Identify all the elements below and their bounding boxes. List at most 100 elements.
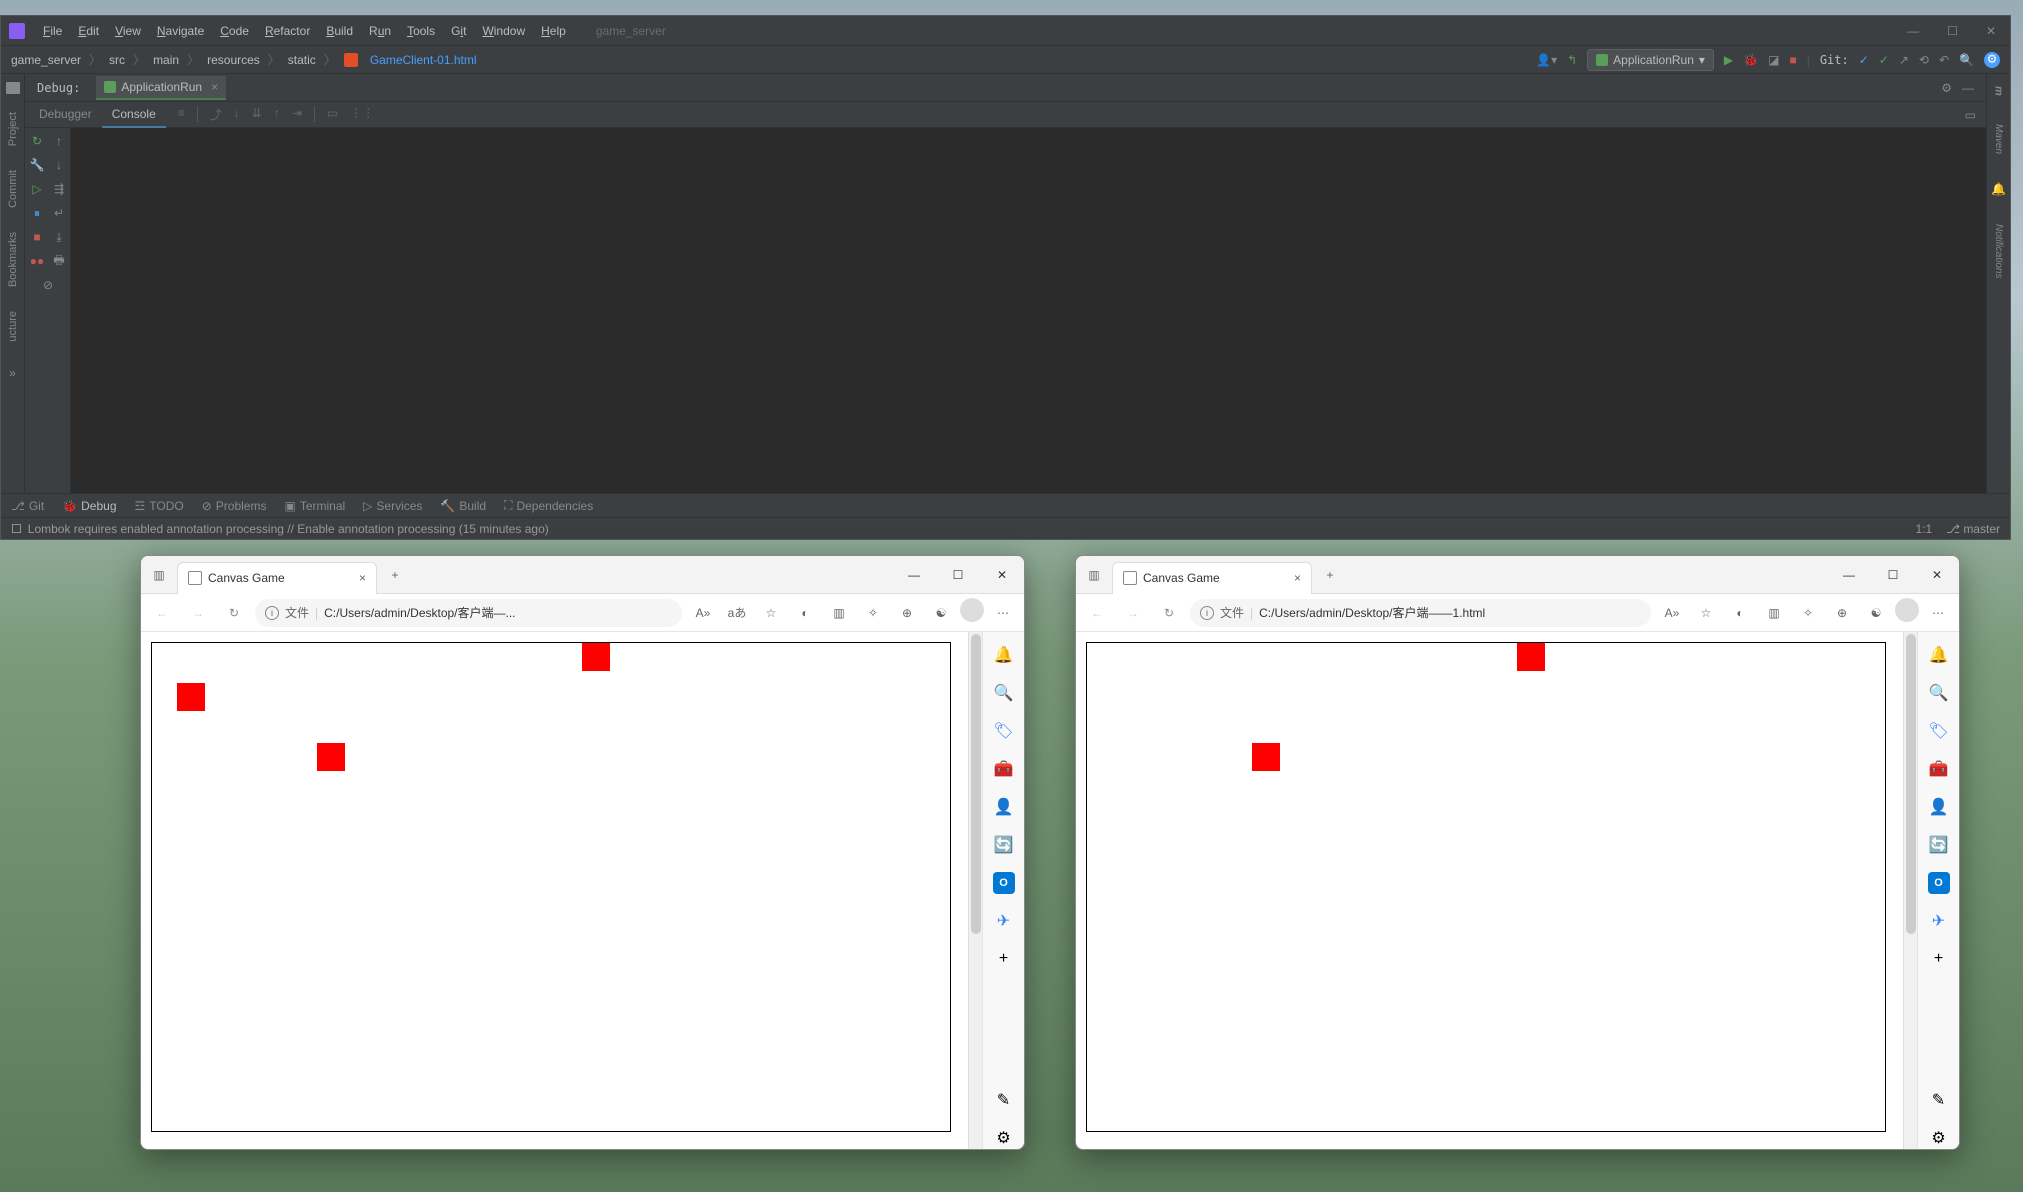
menu-navigate[interactable]: Navigate: [151, 21, 210, 41]
settings-icon[interactable]: ⚙: [993, 1127, 1015, 1149]
console-output[interactable]: [71, 128, 1986, 493]
outlook-icon[interactable]: O: [993, 872, 1015, 894]
tracker-icon[interactable]: ◐: [1725, 598, 1755, 628]
back-button[interactable]: ←: [1082, 598, 1112, 628]
debug-bottom-tab[interactable]: 🐞Debug: [62, 499, 116, 513]
copilot-icon[interactable]: ☯: [1861, 598, 1891, 628]
evaluate-icon[interactable]: ▭: [327, 106, 338, 123]
dependencies-tab[interactable]: ⛶Dependencies: [504, 498, 593, 513]
crumb[interactable]: static: [288, 53, 316, 67]
project-tab[interactable]: Project: [7, 112, 19, 146]
game-canvas[interactable]: [151, 642, 951, 1132]
build-tab[interactable]: 🔨Build: [440, 499, 486, 513]
refresh-icon[interactable]: 🔄: [993, 834, 1015, 856]
minimize-button[interactable]: —: [1827, 556, 1871, 594]
crumb[interactable]: main: [153, 53, 179, 67]
close-button[interactable]: ✕: [980, 556, 1024, 594]
debugger-tab[interactable]: Debugger: [29, 102, 102, 128]
refresh-icon[interactable]: 🔄: [1928, 834, 1950, 856]
extensions-icon[interactable]: ⊕: [1827, 598, 1857, 628]
outlook-icon[interactable]: O: [1928, 872, 1950, 894]
url-bar[interactable]: i 文件 | C:/Users/admin/Desktop/客户端——1.htm…: [1190, 599, 1651, 627]
menu-refactor[interactable]: Refactor: [259, 21, 316, 41]
menu-code[interactable]: Code: [214, 21, 255, 41]
more-icon[interactable]: ⋯: [1923, 598, 1953, 628]
run-to-cursor-icon[interactable]: ⇥: [292, 106, 302, 123]
close-tab-icon[interactable]: ×: [211, 80, 218, 94]
extensions-icon[interactable]: ⊕: [892, 598, 922, 628]
minimize-button[interactable]: —: [1901, 22, 1925, 40]
collections-icon[interactable]: ✧: [858, 598, 888, 628]
toolbox-icon[interactable]: 🧰: [1928, 758, 1950, 780]
person-icon[interactable]: 👤: [1928, 796, 1950, 818]
close-tab-icon[interactable]: ×: [359, 571, 366, 585]
coverage-icon[interactable]: ◪: [1768, 53, 1779, 67]
translate-icon[interactable]: aあ: [722, 598, 752, 628]
maven-tab[interactable]: m: [1993, 86, 2005, 96]
browser-tab[interactable]: Canvas Game ×: [177, 562, 377, 594]
game-canvas[interactable]: [1086, 642, 1886, 1132]
split-icon[interactable]: ▥: [1759, 598, 1789, 628]
more-icon[interactable]: ⋯: [988, 598, 1018, 628]
menu-git[interactable]: Git: [445, 21, 472, 41]
notifications-tab[interactable]: Notifications: [1993, 224, 2004, 278]
terminal-tab[interactable]: ▣Terminal: [284, 499, 345, 513]
close-button[interactable]: ✕: [1980, 22, 2002, 40]
read-aloud-icon[interactable]: A»: [688, 598, 718, 628]
todo-tab[interactable]: ☲TODO: [135, 499, 184, 513]
bell-icon[interactable]: 🔔: [1928, 644, 1950, 666]
edit-icon[interactable]: ✎: [1928, 1089, 1950, 1111]
person-icon[interactable]: 👤: [993, 796, 1015, 818]
back-icon[interactable]: ↰: [1567, 53, 1577, 67]
print-icon[interactable]: 🖶: [52, 254, 66, 268]
project-folder-icon[interactable]: [6, 82, 20, 94]
current-file[interactable]: GameClient-01.html: [370, 53, 477, 67]
menu-run[interactable]: Run: [363, 21, 397, 41]
maximize-button[interactable]: ☐: [1941, 22, 1964, 40]
git-commit-icon[interactable]: ✓: [1879, 53, 1889, 67]
breakpoints-icon[interactable]: ●●: [30, 254, 44, 268]
status-message[interactable]: Lombok requires enabled annotation proce…: [28, 522, 549, 536]
maven-label[interactable]: Maven: [1993, 124, 2004, 154]
stop-button[interactable]: ■: [1789, 53, 1796, 67]
wrap-icon[interactable]: ↵: [52, 206, 66, 220]
back-button[interactable]: ←: [147, 598, 177, 628]
tracker-icon[interactable]: ◐: [790, 598, 820, 628]
services-tab[interactable]: ▷Services: [363, 499, 422, 513]
menu-build[interactable]: Build: [320, 21, 359, 41]
force-step-icon[interactable]: ⇊: [252, 106, 262, 123]
filter-icon[interactable]: ⇶: [52, 182, 66, 196]
debug-button[interactable]: 🐞: [1743, 53, 1758, 67]
send-icon[interactable]: ✈: [993, 910, 1015, 932]
debug-session-tab[interactable]: ApplicationRun ×: [96, 76, 226, 100]
copilot-icon[interactable]: ☯: [926, 598, 956, 628]
info-icon[interactable]: i: [265, 606, 279, 620]
collections-icon[interactable]: ✧: [1793, 598, 1823, 628]
new-tab-button[interactable]: +: [1316, 561, 1344, 589]
tab-actions-button[interactable]: ▥: [141, 556, 177, 594]
debug-settings-icon[interactable]: ⚙: [1941, 81, 1952, 95]
git-push-icon[interactable]: ↗: [1899, 53, 1909, 67]
run-button[interactable]: ▶: [1724, 53, 1733, 67]
profile-icon[interactable]: [1895, 598, 1919, 622]
favorite-icon[interactable]: ☆: [756, 598, 786, 628]
scrollbar[interactable]: [1903, 632, 1917, 1149]
forward-button[interactable]: →: [1118, 598, 1148, 628]
trace-icon[interactable]: ⋮⋮: [350, 106, 374, 123]
commit-tab[interactable]: Commit: [7, 170, 19, 208]
step-over-icon[interactable]: ⤴: [210, 106, 222, 123]
problems-tab[interactable]: ⊘Problems: [202, 499, 267, 513]
send-icon[interactable]: ✈: [1928, 910, 1950, 932]
crumb[interactable]: src: [109, 53, 125, 67]
menu-view[interactable]: View: [109, 21, 147, 41]
close-button[interactable]: ✕: [1915, 556, 1959, 594]
menu-edit[interactable]: Edit: [72, 21, 105, 41]
info-icon[interactable]: i: [1200, 606, 1214, 620]
step-out-icon[interactable]: ↑: [274, 106, 280, 123]
maximize-button[interactable]: ☐: [1871, 556, 1915, 594]
cursor-position[interactable]: 1:1: [1915, 522, 1932, 536]
search-icon[interactable]: 🔍: [1959, 53, 1974, 67]
tag-icon[interactable]: 🏷: [1928, 720, 1950, 742]
url-bar[interactable]: i 文件 | C:/Users/admin/Desktop/客户端—...: [255, 599, 682, 627]
stop-icon[interactable]: ■: [30, 230, 44, 244]
